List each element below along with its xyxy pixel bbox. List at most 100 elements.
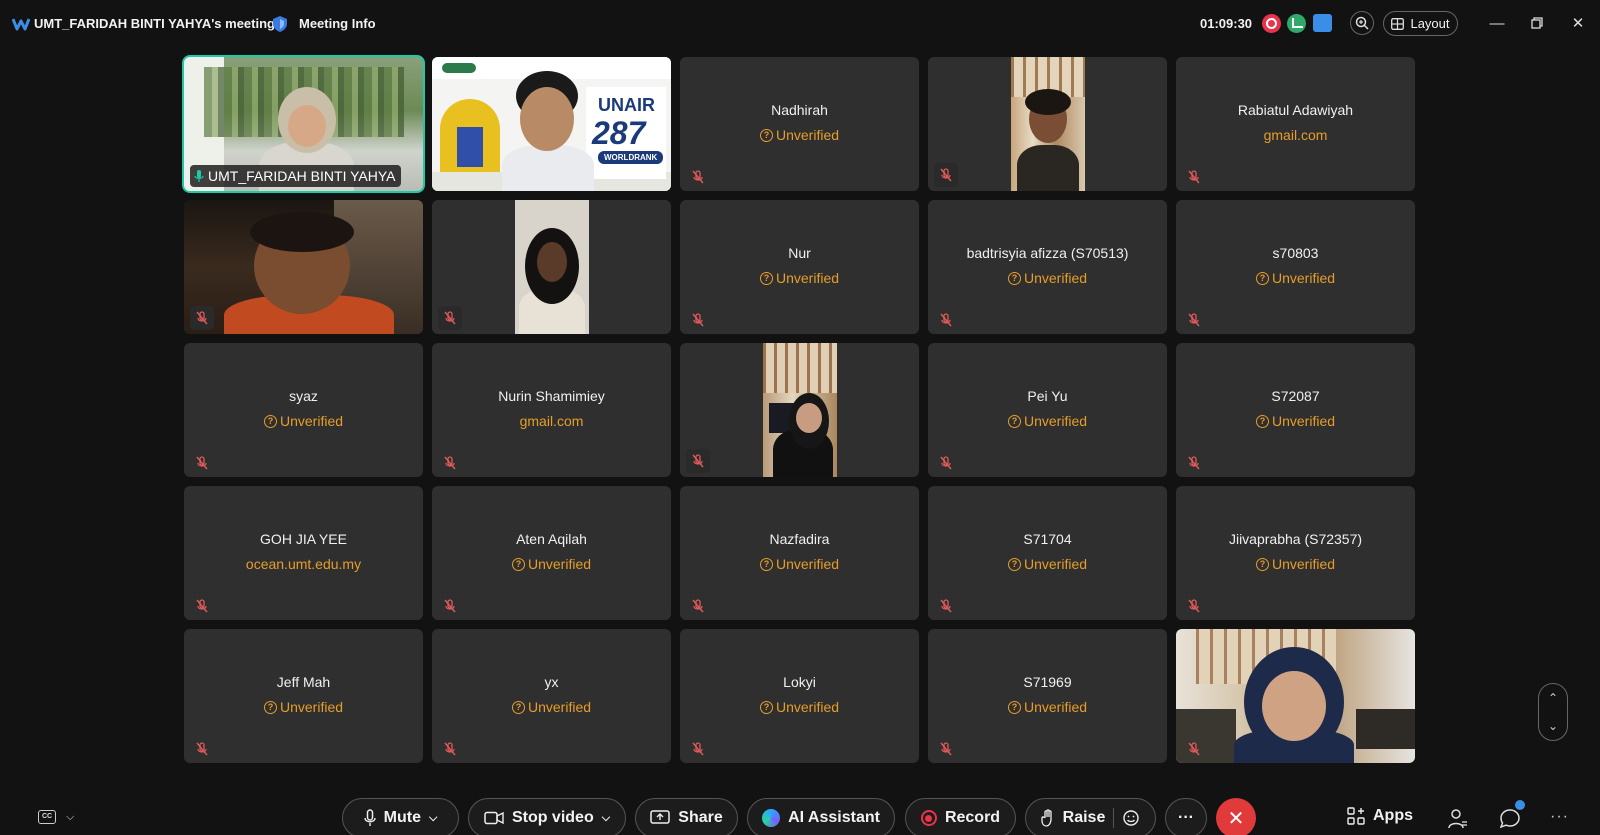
muted-microphone-icon (692, 742, 704, 756)
grid-scroll-control[interactable]: ⌃ ⌄ (1538, 683, 1568, 741)
share-button[interactable]: Share (635, 798, 738, 835)
participant-tile[interactable]: S72087 ? Unverified (1176, 343, 1415, 477)
apps-button[interactable]: Apps (1347, 807, 1413, 825)
participant-status: ? Unverified (1176, 413, 1415, 429)
close-icon[interactable]: ✕ (1567, 12, 1589, 34)
muted-microphone-icon (1188, 599, 1200, 613)
muted-microphone-icon (940, 313, 952, 327)
chevron-down-icon[interactable]: ⌄ (1548, 719, 1558, 733)
participant-tile[interactable] (1176, 629, 1415, 763)
unverified-icon: ? (759, 271, 773, 285)
closed-captions-button[interactable]: CC ⌵ (38, 810, 74, 824)
shield-icon[interactable] (272, 15, 288, 33)
recording-indicator-icon[interactable] (1262, 14, 1281, 33)
participant-tile[interactable]: Nurin Shamimiey gmail.com (432, 343, 671, 477)
participant-tile[interactable]: Rabiatul Adawiyah gmail.com (1176, 57, 1415, 191)
meeting-info-link[interactable]: Meeting Info (299, 16, 376, 31)
minimize-icon[interactable]: — (1486, 12, 1508, 34)
participant-tile[interactable]: syaz ? Unverified (184, 343, 423, 477)
muted-microphone-icon (940, 742, 952, 756)
participant-status: ? Unverified (1176, 556, 1415, 572)
calendar-icon[interactable] (1313, 14, 1332, 32)
participant-tile[interactable]: yx ? Unverified (432, 629, 671, 763)
mute-button[interactable]: Mute ⌵ (342, 798, 459, 835)
participant-name: yx (544, 674, 559, 690)
stop-video-button[interactable]: Stop video ⌵ (468, 798, 626, 835)
apps-label: Apps (1373, 807, 1413, 824)
banner-caption: WORLDRANK (598, 151, 664, 164)
participant-tile[interactable]: Pei Yu ? Unverified (928, 343, 1167, 477)
muted-microphone-icon (196, 456, 208, 470)
muted-microphone-icon (692, 170, 704, 184)
participant-tile[interactable]: Lokyi ? Unverified (680, 629, 919, 763)
participant-tile[interactable]: Nur ? Unverified (680, 200, 919, 334)
participant-name: Jiivaprabha (S72357) (1228, 531, 1363, 547)
participant-video (514, 200, 589, 334)
participant-tile[interactable] (432, 200, 671, 334)
unverified-icon: ? (1255, 271, 1269, 285)
share-label: Share (678, 809, 723, 826)
participant-tile[interactable]: Aten Aqilah ? Unverified (432, 486, 671, 620)
participant-tile[interactable]: s70803 ? Unverified (1176, 200, 1415, 334)
unverified-icon: ? (511, 700, 525, 714)
ai-assistant-button[interactable]: AI Assistant (747, 798, 895, 835)
participant-tile-host[interactable]: UMT_FARIDAH BINTI YAHYA (182, 55, 425, 193)
record-label: Record (944, 809, 1001, 826)
participant-video (1010, 57, 1085, 191)
participants-icon[interactable] (1448, 808, 1468, 830)
raise-hand-button[interactable]: Raise (1025, 798, 1156, 835)
participant-tile[interactable]: Nadhirah ? Unverified (680, 57, 919, 191)
participant-tile[interactable]: badtrisyia afizza (S70513) ? Unverified (928, 200, 1167, 334)
chat-icon[interactable] (1499, 808, 1521, 830)
participant-tile[interactable]: UNAIR 287 WORLDRANK (432, 57, 671, 191)
muted-microphone-icon (444, 742, 456, 756)
unverified-icon: ? (1255, 557, 1269, 571)
network-stats-icon[interactable] (1287, 14, 1306, 33)
participant-status: ? Unverified (928, 699, 1167, 715)
participant-tile[interactable] (680, 343, 919, 477)
participant-tile[interactable]: S71969 ? Unverified (928, 629, 1167, 763)
participant-email-domain: gmail.com (519, 413, 584, 429)
more-icon[interactable]: ··· (1550, 808, 1569, 826)
muted-microphone-icon (1188, 170, 1200, 184)
chevron-up-icon[interactable]: ⌃ (1548, 691, 1558, 705)
participant-video (184, 200, 423, 334)
notification-badge (1515, 800, 1525, 810)
participant-tile[interactable]: GOH JIA YEE ocean.umt.edu.my (184, 486, 423, 620)
participant-status: ? Unverified (432, 556, 671, 572)
close-icon: ✕ (1227, 807, 1245, 830)
participant-status: ? Unverified (680, 556, 919, 572)
participant-status: ? Unverified (184, 413, 423, 429)
record-button[interactable]: Record (905, 798, 1016, 835)
divider (1113, 808, 1115, 828)
chevron-down-icon[interactable]: ⌵ (429, 812, 437, 825)
ai-assistant-label: AI Assistant (788, 809, 880, 826)
participant-tile[interactable] (928, 57, 1167, 191)
zoom-icon[interactable] (1350, 11, 1374, 35)
more-options-button[interactable]: ··· (1165, 798, 1207, 835)
end-call-button[interactable]: ✕ (1216, 798, 1256, 835)
layout-button[interactable]: Layout (1383, 11, 1458, 36)
unverified-icon: ? (1007, 414, 1021, 428)
restore-icon[interactable] (1526, 12, 1548, 34)
closed-captions-icon: CC (38, 810, 56, 824)
webex-logo-icon (12, 18, 30, 31)
muted-microphone-icon (692, 599, 704, 613)
participant-grid: UMT_FARIDAH BINTI YAHYA UNAIR 287 WORLDR… (182, 55, 1416, 765)
participant-name: badtrisyia afizza (S70513) (966, 245, 1129, 261)
participant-tile[interactable]: S71704 ? Unverified (928, 486, 1167, 620)
participant-tile[interactable]: Jeff Mah ? Unverified (184, 629, 423, 763)
participant-tile[interactable]: Nazfadira ? Unverified (680, 486, 919, 620)
participant-tile[interactable] (184, 200, 423, 334)
unverified-icon: ? (1255, 414, 1269, 428)
banner-rank: 287 (592, 115, 646, 151)
participant-status: ? Unverified (184, 699, 423, 715)
microphone-icon (194, 170, 204, 182)
participant-name: s70803 (1272, 245, 1319, 261)
muted-microphone-icon (1188, 742, 1200, 756)
participant-tile[interactable]: Jiivaprabha (S72357) ? Unverified (1176, 486, 1415, 620)
reactions-icon[interactable] (1122, 809, 1140, 827)
participant-name: Lokyi (783, 674, 816, 690)
chevron-down-icon[interactable]: ⌵ (602, 812, 610, 825)
muted-microphone-icon (196, 742, 208, 756)
